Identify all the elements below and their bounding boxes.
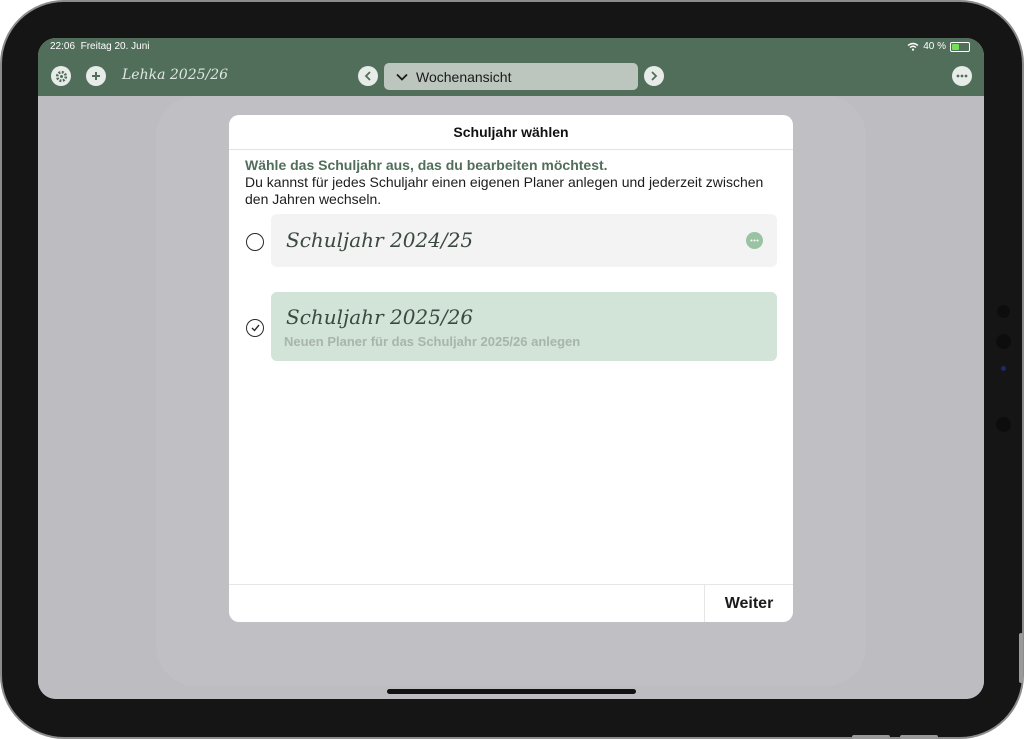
previous-button[interactable] <box>358 66 378 86</box>
option-title: Schuljahr 2025/26 <box>286 305 474 329</box>
radio-2024-25[interactable] <box>246 233 264 251</box>
ellipsis-icon <box>956 74 968 78</box>
more-button[interactable] <box>952 66 972 86</box>
top-bar: 22:06 Freitag 20. Juni 40 % Lehka 2025/2… <box>38 38 984 96</box>
camera-sensor <box>996 417 1011 432</box>
option-title: Schuljahr 2024/25 <box>286 228 474 252</box>
battery-icon <box>950 41 970 52</box>
wifi-icon <box>907 42 919 51</box>
option-subtitle: Neuen Planer für das Schuljahr 2025/26 a… <box>284 334 581 349</box>
screen: 22:06 Freitag 20. Juni 40 % Lehka 2025/2… <box>38 38 984 699</box>
status-indicators: 40 % <box>907 41 970 52</box>
choose-school-year-dialog: Schuljahr wählen Wähle das Schuljahr aus… <box>229 115 793 622</box>
plus-icon <box>92 72 100 80</box>
checkmark-icon <box>251 324 260 332</box>
option-card-2024-25[interactable]: Schuljahr 2024/25 <box>271 214 777 267</box>
gear-icon <box>55 70 67 82</box>
settings-button[interactable] <box>51 66 71 86</box>
radio-2025-26[interactable] <box>246 319 264 337</box>
planner-title[interactable]: Lehka 2025/26 <box>122 67 228 83</box>
next-button[interactable] <box>644 66 664 86</box>
top-button-2 <box>900 735 938 739</box>
home-indicator[interactable] <box>387 689 636 694</box>
chevron-right-icon <box>651 71 658 81</box>
camera-lens <box>1001 366 1006 371</box>
chevron-down-icon <box>396 73 408 81</box>
status-time: 22:06 Freitag 20. Juni <box>50 41 150 52</box>
continue-button[interactable]: Weiter <box>704 585 793 622</box>
dialog-description: Du kannst für jedes Schuljahr einen eige… <box>245 174 764 207</box>
dialog-title: Schuljahr wählen <box>229 115 793 150</box>
volume-button <box>1019 633 1023 683</box>
chevron-left-icon <box>364 71 371 81</box>
ellipsis-icon <box>750 239 759 242</box>
camera-sensor <box>996 334 1011 349</box>
add-button[interactable] <box>86 66 106 86</box>
dialog-heading: Wähle das Schuljahr aus, das du bearbeit… <box>245 157 608 173</box>
view-selector[interactable]: Wochenansicht <box>384 63 638 90</box>
view-label: Wochenansicht <box>416 68 512 85</box>
dialog-footer: Weiter <box>229 584 793 622</box>
top-button <box>852 735 890 739</box>
option-card-2025-26[interactable]: Schuljahr 2025/26 Neuen Planer für das S… <box>271 292 777 361</box>
pencil-icon[interactable] <box>449 234 461 246</box>
option-more-button[interactable] <box>746 232 763 249</box>
battery-percent: 40 % <box>923 41 946 52</box>
dialog-intro: Wähle das Schuljahr aus, das du bearbeit… <box>245 157 781 208</box>
camera-sensor <box>997 305 1010 318</box>
